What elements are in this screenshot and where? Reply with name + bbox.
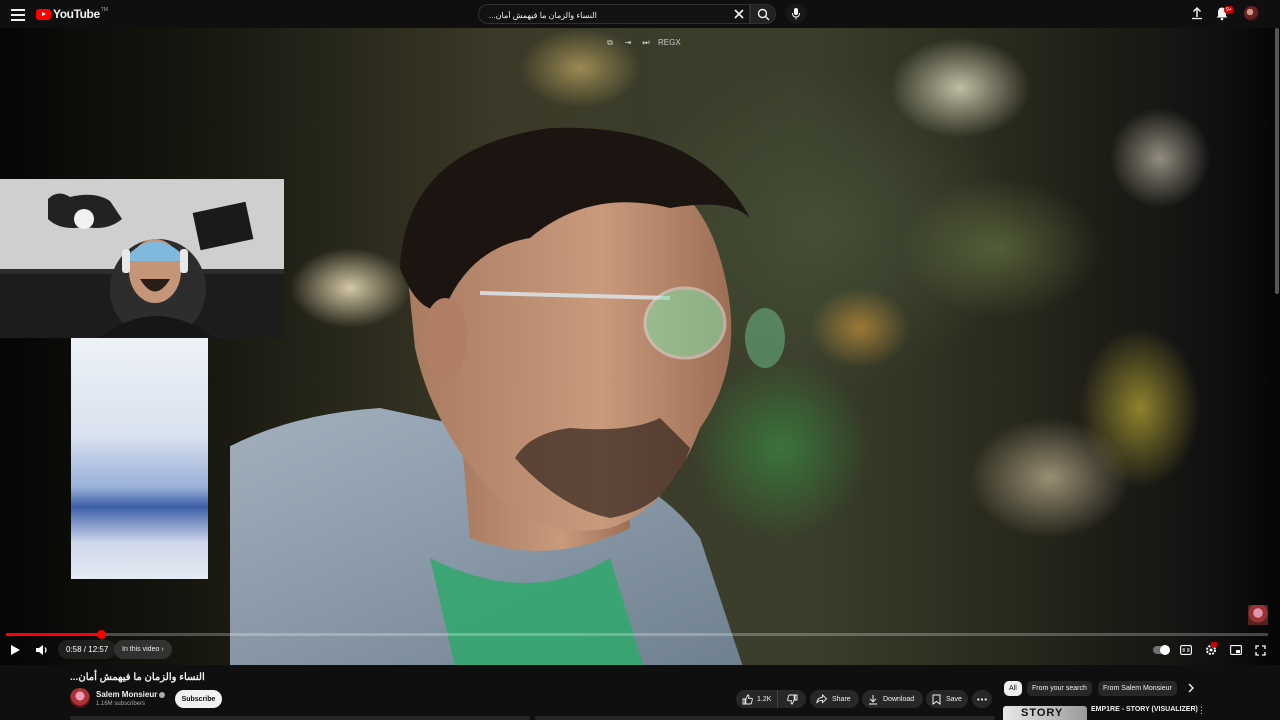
youtube-logo[interactable]: YouTube TM [36, 7, 108, 21]
search-button[interactable] [750, 4, 776, 24]
chevron-right-icon[interactable] [1186, 682, 1196, 697]
search-box[interactable] [478, 4, 750, 24]
save-label: Save [946, 695, 962, 703]
account-avatar[interactable] [1244, 6, 1259, 21]
autoplay-toggle[interactable] [1148, 642, 1173, 658]
like-count: 1.2K [757, 695, 772, 703]
more-horizontal-icon [977, 697, 987, 701]
channel-name[interactable]: Salem Monsieur [96, 690, 166, 699]
recommendation-thumbnail[interactable]: STORY [1003, 706, 1087, 720]
volume-icon[interactable] [35, 644, 49, 659]
subscriber-count: 1.16M subscribers [96, 701, 146, 707]
video-player[interactable]: ⧉ ⇥ ⏭ REGX 0:58 / 12:57 In this video › [0, 28, 1280, 665]
search-icon [757, 8, 770, 21]
logo-text: YouTube [53, 7, 100, 21]
masthead: YouTube TM 9+ [0, 0, 1280, 28]
share-label: Share [832, 695, 851, 703]
verified-icon [159, 691, 166, 698]
fullscreen-icon[interactable] [1248, 642, 1273, 658]
skip-icon[interactable]: ⏭ [640, 38, 652, 48]
thumbnail-text: STORY [1021, 707, 1064, 719]
chevron-right-icon: › [161, 646, 164, 653]
current-time: 0:58 [66, 645, 82, 654]
overlay-tag: REGX [658, 38, 681, 47]
mic-icon [792, 8, 800, 20]
channel-avatar[interactable] [70, 688, 90, 708]
subscribe-button[interactable]: Subscribe [175, 690, 222, 708]
chip-all[interactable]: All [1004, 681, 1022, 696]
progress-bar[interactable] [6, 630, 1268, 639]
voice-search-button[interactable] [786, 4, 806, 24]
notification-badge: 9+ [1224, 6, 1234, 14]
webcam-scene [0, 179, 284, 338]
thumbs-down-icon [786, 694, 798, 704]
download-button[interactable]: Download [862, 690, 923, 708]
progress-played [6, 633, 101, 636]
video-subject [230, 127, 785, 665]
clear-search-icon[interactable] [732, 7, 746, 21]
download-label: Download [883, 695, 915, 703]
time-display: 0:58 / 12:57 [58, 640, 117, 659]
bookmark-icon [932, 694, 941, 705]
share-icon [816, 694, 827, 704]
overlay-panel [71, 338, 208, 579]
channel-watermark[interactable] [1248, 605, 1268, 625]
play-icon[interactable] [9, 644, 21, 659]
like-button[interactable]: 1.2K [736, 690, 779, 708]
more-actions-button[interactable] [972, 690, 992, 708]
hd-badge [1211, 642, 1217, 647]
streamer-webcam [0, 179, 284, 338]
chip-from-channel[interactable]: From Salem Monsieur [1098, 681, 1177, 696]
search-input[interactable] [487, 7, 727, 23]
description-box[interactable] [70, 716, 530, 720]
download-icon [869, 694, 877, 704]
chip-from-your-search[interactable]: From your search [1027, 681, 1092, 696]
upload-icon[interactable] [1190, 6, 1204, 23]
chapter-label: In this video [122, 646, 160, 653]
overlay-toolbar: ⧉ ⇥ ⏭ REGX [604, 38, 681, 48]
logo-trademark: TM [100, 7, 108, 13]
thumbs-up-icon [742, 694, 753, 704]
chapters-button[interactable]: In this video › [114, 640, 172, 659]
like-dislike-group: 1.2K [736, 690, 806, 708]
more-vertical-icon[interactable]: ⋮ [1197, 705, 1206, 716]
save-button[interactable]: Save [926, 690, 968, 708]
channel-name-text: Salem Monsieur [96, 690, 158, 699]
hamburger-icon[interactable] [10, 6, 26, 22]
captions-icon[interactable] [1173, 642, 1198, 658]
video-title: ...النساء والزمان ما فيهمش أمان [70, 672, 205, 683]
dislike-button[interactable] [778, 690, 806, 708]
exit-icon[interactable]: ⇥ [622, 38, 634, 48]
miniplayer-icon[interactable] [1223, 642, 1248, 658]
duration: 12:57 [88, 645, 109, 654]
recommendation-title[interactable]: EMP1RE - STORY (VISUALIZER) [1091, 706, 1198, 713]
page-scrollbar[interactable] [1275, 28, 1279, 294]
description-box-right [535, 716, 995, 720]
youtube-play-icon [36, 8, 51, 20]
copy-icon[interactable]: ⧉ [604, 38, 616, 48]
progress-scrubber[interactable] [96, 630, 106, 639]
share-button[interactable]: Share [810, 690, 859, 708]
